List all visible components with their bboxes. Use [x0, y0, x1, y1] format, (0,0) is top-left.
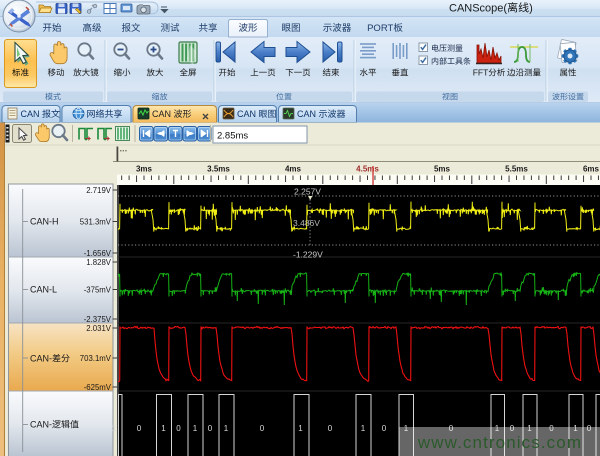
svg-text:1: 1 — [361, 424, 366, 433]
svg-text:www.cntronics.com: www.cntronics.com — [417, 433, 582, 452]
svg-text:5ms: 5ms — [434, 165, 451, 174]
svg-text:1: 1 — [112, 424, 117, 433]
svg-text:0: 0 — [382, 424, 387, 433]
svg-text:1: 1 — [161, 424, 166, 433]
svg-text:3.486V: 3.486V — [293, 218, 320, 228]
svg-text:): ) — [529, 3, 533, 15]
svg-text:3.5ms: 3.5ms — [207, 165, 230, 174]
svg-text:CAN: CAN — [237, 109, 256, 119]
svg-text:1.828V: 1.828V — [86, 258, 112, 267]
svg-text:0: 0 — [208, 424, 213, 433]
svg-text:0: 0 — [328, 424, 333, 433]
svg-text:4.5ms: 4.5ms — [356, 165, 379, 174]
svg-text:0: 0 — [137, 424, 142, 433]
svg-text:3ms: 3ms — [136, 165, 153, 174]
svg-text:2.031V: 2.031V — [86, 324, 112, 333]
svg-text:CAN: CAN — [297, 109, 316, 119]
svg-text:-375mV: -375mV — [84, 285, 112, 294]
svg-text:0: 0 — [176, 424, 181, 433]
svg-text:5.5ms: 5.5ms — [505, 165, 528, 174]
svg-text:1: 1 — [298, 424, 303, 433]
svg-text:PORT: PORT — [367, 23, 393, 34]
svg-text:CAN-L: CAN-L — [30, 285, 57, 295]
svg-text:2.85ms: 2.85ms — [217, 131, 248, 142]
svg-text:0: 0 — [260, 424, 265, 433]
svg-text:FFT: FFT — [473, 68, 489, 78]
svg-text:1: 1 — [224, 424, 229, 433]
svg-text:-1.656V: -1.656V — [84, 249, 112, 258]
svg-text:CANScope(: CANScope( — [449, 3, 507, 15]
svg-text:-2.375V: -2.375V — [84, 315, 112, 324]
svg-text:2.719V: 2.719V — [86, 186, 112, 195]
svg-text:CAN-: CAN- — [30, 420, 52, 430]
svg-text:703.1mV: 703.1mV — [80, 354, 112, 363]
svg-text:-625mV: -625mV — [84, 383, 112, 392]
svg-text:CAN: CAN — [152, 109, 171, 119]
svg-text:531.3mV: 531.3mV — [80, 217, 112, 226]
svg-text:CAN-: CAN- — [30, 354, 52, 364]
svg-text:-1.229V: -1.229V — [293, 250, 323, 260]
svg-text:4ms: 4ms — [285, 165, 302, 174]
svg-text:CAN: CAN — [21, 109, 40, 119]
svg-text:2.257V: 2.257V — [294, 187, 321, 197]
svg-text:CAN-H: CAN-H — [30, 217, 59, 227]
svg-text:1: 1 — [193, 424, 198, 433]
svg-text:6ms: 6ms — [583, 165, 600, 174]
